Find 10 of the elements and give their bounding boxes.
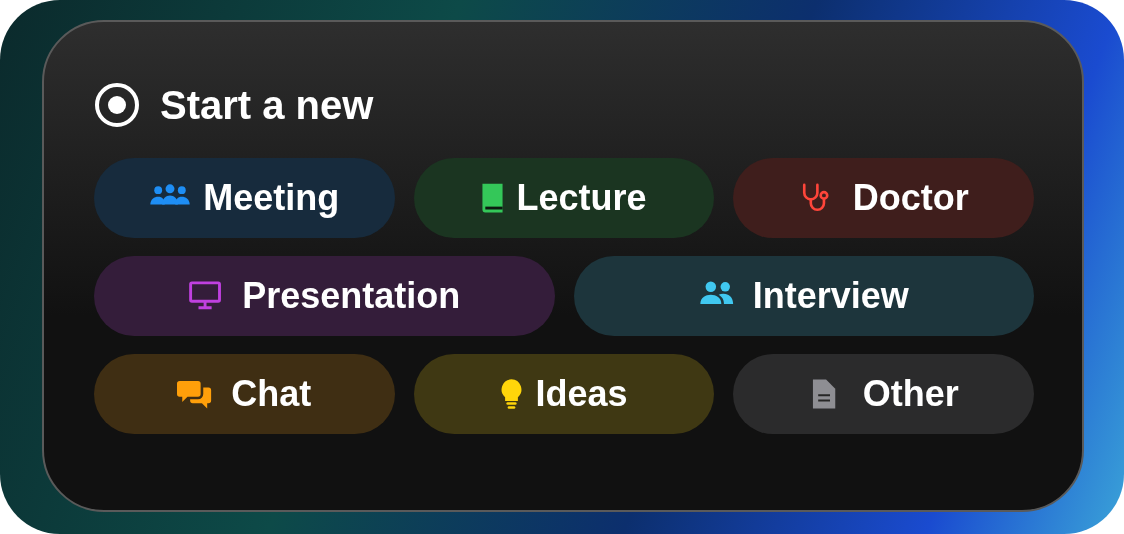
category-button[interactable]: Chat bbox=[94, 354, 395, 434]
category-button[interactable]: Lecture bbox=[413, 158, 715, 238]
record-icon bbox=[94, 82, 140, 128]
category-button[interactable]: Ideas bbox=[413, 354, 715, 434]
widget-title: Start a new bbox=[160, 82, 374, 128]
category-button[interactable]: Doctor bbox=[733, 158, 1034, 238]
category-button[interactable]: Interview bbox=[573, 256, 1034, 336]
category-button[interactable]: Presentation bbox=[94, 256, 555, 336]
category-button[interactable]: Meeting bbox=[94, 158, 395, 238]
category-button[interactable]: Other bbox=[733, 354, 1034, 434]
